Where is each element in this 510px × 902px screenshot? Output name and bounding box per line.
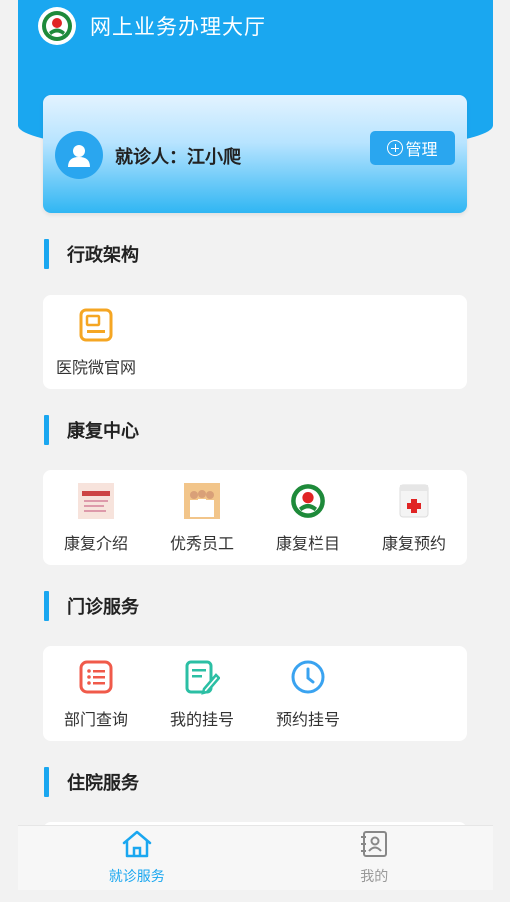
outpatient-card: 部门查询 我的挂号 预约挂号	[43, 646, 467, 741]
tab-label: 我的	[360, 869, 389, 885]
grid-item-label: 预约挂号	[275, 709, 340, 729]
document-icon	[77, 306, 115, 344]
section-title-text: 门诊服务	[67, 597, 139, 618]
app-header: 网上业务办理大厅	[38, 6, 266, 46]
clock-icon	[289, 658, 327, 696]
grid-item-label: 康复介绍	[63, 533, 128, 553]
grid-item-rehab-booking[interactable]: 康复预约	[361, 470, 467, 565]
grid-item-my-registration[interactable]: 我的挂号	[149, 646, 255, 741]
section-marker	[44, 591, 49, 621]
medical-kit-icon	[395, 482, 433, 520]
hospital-logo-icon	[38, 7, 76, 45]
grid-item-appointment[interactable]: 预约挂号	[255, 646, 361, 741]
section-marker	[44, 767, 49, 797]
manage-label: 管理	[405, 140, 438, 159]
rehab-intro-thumbnail	[77, 482, 115, 520]
grid-item-rehab-intro[interactable]: 康复介绍	[43, 470, 149, 565]
app-title: 网上业务办理大厅	[90, 15, 266, 39]
tab-mine[interactable]: 我的	[256, 826, 494, 890]
section-marker	[44, 415, 49, 445]
section-title-text: 行政架构	[67, 245, 139, 266]
home-icon	[121, 830, 153, 862]
list-icon	[77, 658, 115, 696]
patient-name: 就诊人：江小爬	[115, 147, 241, 168]
grid-item-label: 康复预约	[381, 533, 446, 553]
admin-card: 医院微官网	[43, 295, 467, 389]
add-circle-icon	[387, 140, 404, 156]
grid-item-department-query[interactable]: 部门查询	[43, 646, 149, 741]
section-title-text: 康复中心	[67, 421, 139, 442]
section-title-rehab: 康复中心	[44, 415, 139, 445]
patient-card[interactable]: 就诊人：江小爬 管理	[43, 95, 467, 213]
manage-button[interactable]: 管理	[370, 131, 455, 165]
tab-label: 就诊服务	[108, 869, 165, 885]
section-title-text: 住院服务	[67, 773, 139, 794]
grid-item-label: 部门查询	[63, 709, 128, 729]
section-title-admin: 行政架构	[44, 239, 139, 269]
staff-thumbnail	[183, 482, 221, 520]
bottom-tab-bar: 就诊服务 我的	[18, 825, 493, 890]
contact-book-icon	[359, 830, 389, 862]
hospital-logo-icon	[289, 482, 327, 520]
grid-item-label: 康复栏目	[275, 533, 340, 553]
grid-item-label: 优秀员工	[169, 533, 234, 553]
user-avatar-icon	[55, 131, 103, 179]
edit-note-icon	[183, 658, 221, 696]
grid-item-rehab-columns[interactable]: 康复栏目	[255, 470, 361, 565]
grid-item-excellent-staff[interactable]: 优秀员工	[149, 470, 255, 565]
section-marker	[44, 239, 49, 269]
section-title-inpatient: 住院服务	[44, 767, 139, 797]
section-title-outpatient: 门诊服务	[44, 591, 139, 621]
grid-item-hospital-site[interactable]: 医院微官网	[43, 295, 149, 389]
grid-item-label: 我的挂号	[169, 709, 234, 729]
grid-item-label: 医院微官网	[55, 358, 136, 377]
tab-visit-service[interactable]: 就诊服务	[18, 826, 256, 890]
rehab-card: 康复介绍 优秀员工 康复栏目 康复预约	[43, 470, 467, 565]
page: 网上业务办理大厅 就诊人：江小爬 管理 行政架构 医院微官网 康复中心 康复介绍…	[18, 0, 493, 902]
